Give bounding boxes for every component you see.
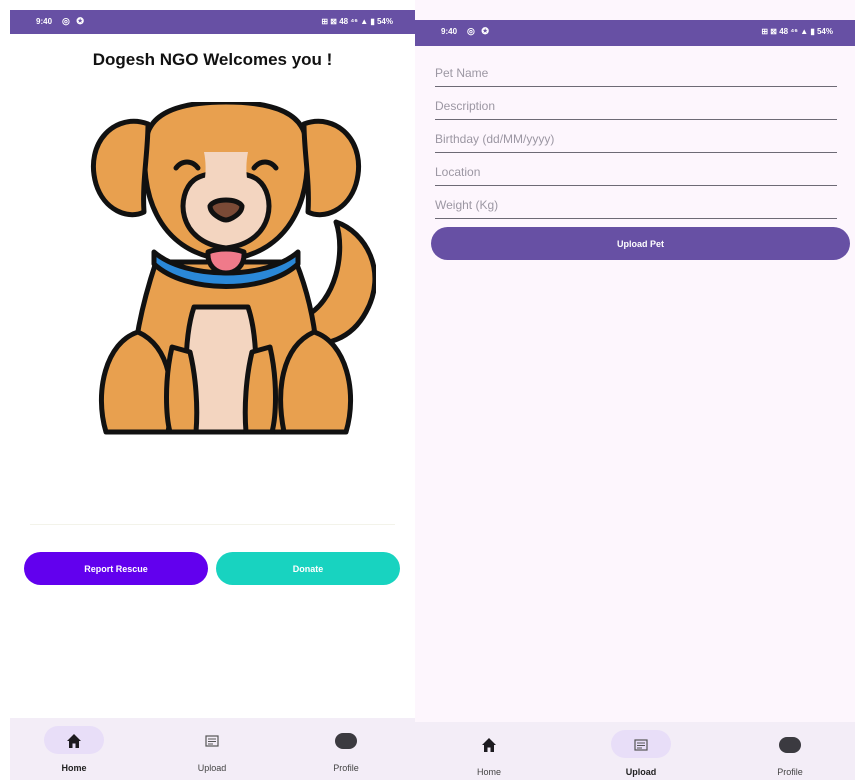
donate-button[interactable]: Donate: [216, 552, 400, 585]
nav-label-upload: Upload: [625, 767, 657, 777]
bottom-navigation: Home Upload Profile: [415, 722, 855, 780]
nav-label-upload: Upload: [197, 763, 227, 773]
weight-field[interactable]: [435, 194, 837, 219]
nav-profile[interactable]: Profile: [286, 718, 406, 780]
divider: [30, 524, 395, 525]
status-system-icons: ⊞ ⊠ 48 ⁴⁶ ▲ ▮ 54%: [761, 27, 833, 36]
nav-label-profile: Profile: [333, 763, 359, 773]
bottom-navigation: Home Upload Profile: [10, 718, 415, 780]
nav-profile[interactable]: Profile: [730, 722, 850, 780]
status-time: 9:40: [36, 17, 53, 26]
location-field[interactable]: [435, 161, 837, 186]
location-input[interactable]: [435, 161, 837, 183]
upload-icon: [205, 735, 219, 747]
nav-label-home: Home: [61, 763, 87, 773]
home-icon: [67, 734, 81, 748]
nav-label-home: Home: [476, 767, 501, 777]
nav-upload[interactable]: Upload: [581, 722, 701, 780]
birthday-input[interactable]: [435, 128, 837, 150]
birthday-field[interactable]: [435, 128, 837, 153]
home-icon: [482, 738, 496, 752]
pet-name-field[interactable]: [435, 62, 837, 87]
status-system-icons: ⊞ ⊠ 48 ⁴⁶ ▲ ▮ 54%: [321, 17, 393, 26]
description-field[interactable]: [435, 95, 837, 120]
status-notification-icons: ◎ ✪: [467, 26, 491, 36]
weight-input[interactable]: [435, 194, 837, 216]
home-screen: 9:40 ◎ ✪ ⊞ ⊠ 48 ⁴⁶ ▲ ▮ 54% Dogesh NGO We…: [10, 0, 415, 780]
upload-pet-button[interactable]: Upload Pet: [431, 227, 850, 260]
nav-label-profile: Profile: [777, 767, 803, 777]
status-bar: 9:40 ◎ ✪ ⊞ ⊠ 48 ⁴⁶ ▲ ▮ 54%: [415, 20, 855, 46]
profile-icon: [779, 737, 801, 753]
nav-upload[interactable]: Upload: [152, 718, 272, 780]
pet-name-input[interactable]: [435, 62, 837, 84]
status-time: 9:40: [441, 27, 458, 36]
description-input[interactable]: [435, 95, 837, 117]
nav-home[interactable]: Home: [429, 722, 549, 780]
status-notification-icons: ◎ ✪: [62, 16, 86, 26]
status-bar: 9:40 ◎ ✪ ⊞ ⊠ 48 ⁴⁶ ▲ ▮ 54%: [10, 10, 415, 34]
report-rescue-button[interactable]: Report Rescue: [24, 552, 208, 585]
profile-icon: [335, 733, 357, 749]
page-title: Dogesh NGO Welcomes you !: [92, 50, 333, 69]
upload-icon: [634, 739, 648, 751]
upload-screen: 9:40 ◎ ✪ ⊞ ⊠ 48 ⁴⁶ ▲ ▮ 54% Upload Pet Ho…: [415, 0, 855, 780]
dog-illustration: [90, 102, 376, 435]
nav-home[interactable]: Home: [14, 718, 134, 780]
